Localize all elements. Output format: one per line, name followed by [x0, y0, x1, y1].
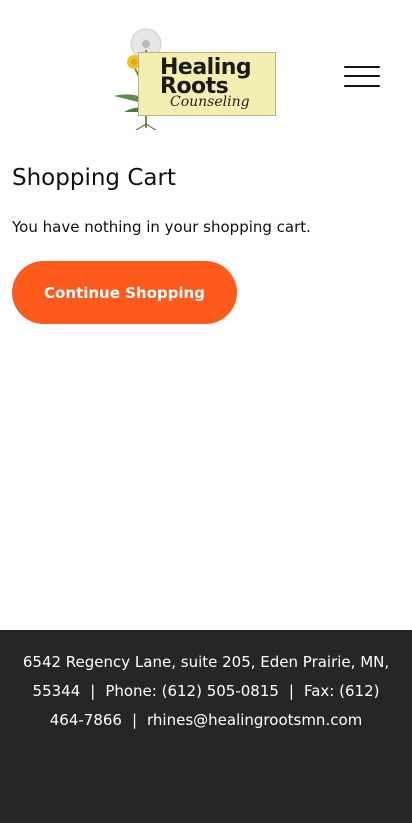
logo-word-counseling: Counseling	[170, 94, 250, 110]
healing-roots-logo[interactable]: Healing Roots Counseling	[112, 28, 278, 130]
menu-bar	[344, 66, 380, 68]
footer-separator: |	[90, 682, 96, 700]
site-header: Healing Roots Counseling	[0, 0, 412, 150]
footer-phone-link[interactable]: Phone: (612) 505-0815	[105, 682, 279, 700]
menu-bar	[344, 75, 380, 77]
footer-separator: |	[288, 682, 294, 700]
footer-email-link[interactable]: rhines@healingrootsmn.com	[147, 711, 362, 729]
continue-shopping-button[interactable]: Continue Shopping	[12, 261, 237, 324]
menu-bar	[344, 85, 380, 87]
site-footer: 6542 Regency Lane, suite 205, Eden Prair…	[0, 630, 412, 823]
footer-contact: 6542 Regency Lane, suite 205, Eden Prair…	[16, 648, 396, 735]
page-title: Shopping Cart	[12, 165, 176, 191]
empty-cart-message: You have nothing in your shopping cart.	[12, 218, 311, 236]
footer-separator: |	[131, 711, 138, 729]
page: Healing Roots Counseling Shopping Cart Y…	[0, 0, 412, 823]
hamburger-menu-icon[interactable]	[344, 64, 382, 90]
